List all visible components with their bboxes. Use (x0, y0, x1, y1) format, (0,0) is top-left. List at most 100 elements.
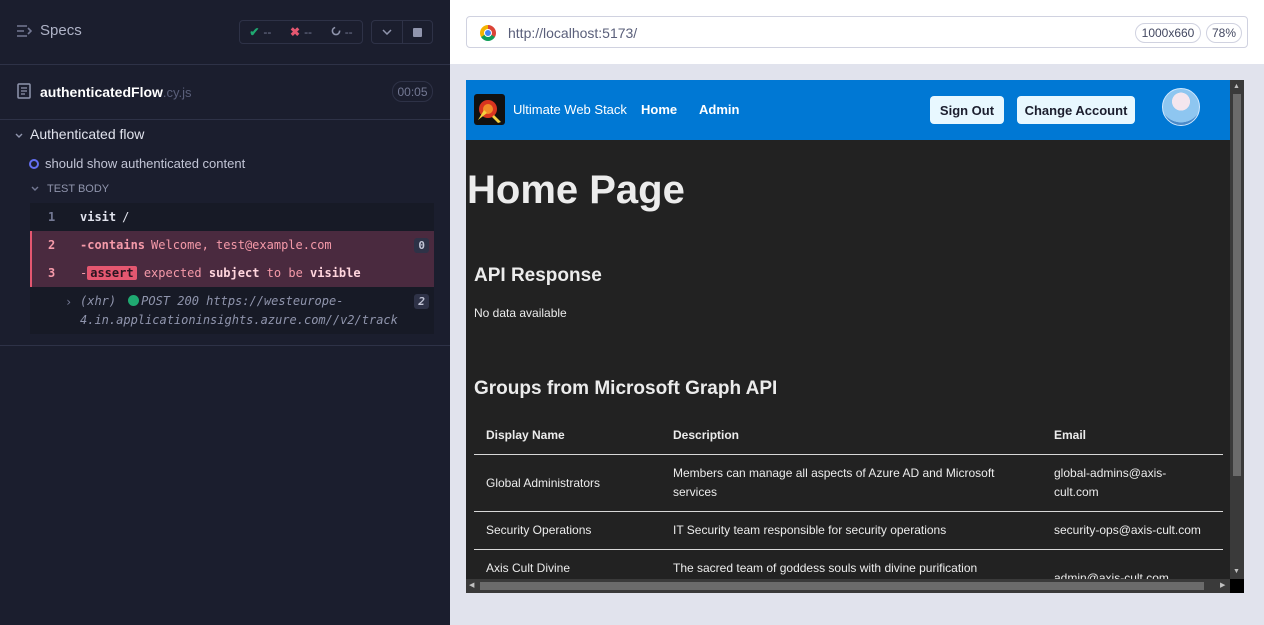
chevron-right-icon: › (65, 295, 73, 309)
x-icon: ✖ (290, 25, 301, 39)
table-cell: IT Security team responsible for securit… (673, 523, 947, 537)
test-body-toggle[interactable]: TEST BODY (31, 183, 109, 195)
groups-table: Display Name Description Email Global Ad… (474, 413, 1223, 590)
command-message: / (122, 210, 130, 224)
chevron-down-icon (31, 183, 39, 195)
command-number: 2 (48, 238, 56, 252)
element-count-badge: 0 (414, 238, 429, 253)
test-body-label: TEST BODY (47, 183, 110, 195)
column-header: Display Name (486, 428, 565, 442)
running-icon (29, 158, 39, 169)
app-navbar: Ultimate Web Stack Home Admin Sign Out C… (466, 80, 1230, 140)
table-cell: global-admins@axis-cult.com (1054, 466, 1167, 499)
table-cell: Global Administrators (486, 476, 601, 490)
command-name: -contains (80, 238, 146, 252)
app-logo-icon[interactable] (474, 94, 505, 125)
nav-home[interactable]: Home (641, 102, 677, 117)
table-cell: Axis Cult Divine (486, 561, 571, 575)
xhr-url-line2: 4.in.applicationinsights.azure.com//v2/t… (80, 313, 398, 327)
command-number: 1 (48, 210, 56, 224)
specs-button[interactable]: Specs (16, 22, 82, 39)
divider (0, 345, 450, 346)
table-cell: Members can manage all aspects of Azure … (673, 466, 995, 499)
table-cell: security-ops@axis-cult.com (1054, 523, 1201, 537)
scrollbar-corner (1230, 579, 1244, 593)
xhr-command-row[interactable]: › (xhr) POST 200 https://westeurope- 4.in… (30, 287, 434, 334)
url-text[interactable]: http://localhost:5173/ (508, 25, 637, 41)
cypress-reporter: Specs ✔ -- ✖ -- -- authenticatedFlow.cy.js… (0, 0, 450, 625)
command-message: Welcome, test@example.com (151, 238, 332, 252)
assert-text: visible (310, 266, 361, 280)
groups-heading: Groups from Microsoft Graph API (474, 378, 778, 399)
vertical-scrollbar[interactable]: ▲ ▼ (1230, 80, 1244, 579)
pending-icon (331, 25, 341, 39)
spec-filename: authenticatedFlow.cy.js (40, 84, 192, 100)
scroll-right-icon[interactable]: ▶ (1220, 581, 1225, 589)
spec-name-text: authenticatedFlow (40, 84, 163, 100)
passed-stat: ✔ -- (249, 25, 271, 39)
command-row-failed[interactable]: 2 -contains Welcome, test@example.com 0 (30, 231, 434, 259)
test-title-text: should show authenticated content (45, 156, 246, 171)
command-row[interactable]: 1 visit / (30, 203, 434, 231)
scrollbar-thumb[interactable] (1233, 94, 1241, 476)
table-row: Security Operations IT Security team res… (474, 512, 1223, 550)
change-account-button[interactable]: Change Account (1017, 96, 1135, 124)
suite-title-text: Authenticated flow (30, 126, 145, 142)
table-cell: Security Operations (486, 523, 592, 537)
assert-tag: assert (87, 266, 137, 280)
specs-list-icon (16, 24, 32, 38)
command-name: visit (80, 210, 117, 224)
failed-stat: ✖ -- (290, 25, 312, 39)
command-row-failed[interactable]: 3 - assert expected subject to be visible (30, 259, 434, 287)
api-response-heading: API Response (474, 265, 602, 286)
pending-count: -- (344, 25, 353, 39)
reporter-header: Specs ✔ -- ✖ -- -- (0, 0, 450, 65)
pending-stat: -- (331, 25, 353, 39)
scrollbar-thumb[interactable] (480, 582, 1204, 590)
column-header: Email (1054, 428, 1087, 442)
stop-icon (412, 27, 422, 37)
test-stats: ✔ -- ✖ -- -- (239, 20, 363, 44)
table-cell: The sacred team of goddess souls with di… (673, 561, 978, 575)
column-header: Description (673, 428, 740, 442)
app-under-test: Ultimate Web Stack Home Admin Sign Out C… (466, 80, 1244, 593)
stop-button[interactable] (403, 21, 433, 43)
assert-text: subject (208, 266, 260, 280)
spec-duration: 00:05 (392, 81, 433, 102)
table-header-row: Display Name Description Email (474, 413, 1223, 455)
document-icon (17, 83, 31, 104)
scroll-up-icon[interactable]: ▲ (1233, 83, 1240, 90)
command-number: 3 (48, 266, 56, 280)
nav-admin[interactable]: Admin (699, 102, 739, 117)
assert-text: expected (143, 266, 202, 280)
scroll-left-icon[interactable]: ◀ (469, 581, 474, 589)
api-response-text: No data available (474, 306, 567, 320)
failed-count: -- (304, 25, 313, 39)
specs-label: Specs (40, 22, 82, 39)
brand-name[interactable]: Ultimate Web Stack (513, 102, 627, 117)
request-count-badge: 2 (414, 294, 429, 309)
spec-ext-text: .cy.js (162, 85, 192, 100)
scroll-down-icon[interactable]: ▼ (1233, 568, 1240, 575)
assert-text: to be (266, 266, 303, 280)
sign-out-button[interactable]: Sign Out (930, 96, 1004, 124)
passed-count: -- (263, 25, 272, 39)
page-title: Home Page (467, 168, 685, 212)
status-dot-icon (128, 295, 140, 306)
viewport-scale[interactable]: 78% (1206, 23, 1242, 43)
viewport-size[interactable]: 1000x660 (1135, 23, 1201, 43)
chevron-down-icon[interactable] (372, 21, 403, 43)
xhr-url-line1: POST 200 https://westeurope- (141, 294, 344, 308)
chrome-icon (480, 25, 496, 41)
xhr-label: (xhr) (80, 294, 117, 308)
check-icon: ✔ (249, 25, 260, 39)
suite-title[interactable]: Authenticated flow (15, 126, 144, 142)
run-controls (371, 20, 433, 44)
user-avatar[interactable] (1162, 88, 1200, 126)
test-title[interactable]: should show authenticated content (29, 156, 245, 171)
command-log: 1 visit / 2 -contains Welcome, test@exampl… (30, 203, 434, 334)
url-bar[interactable]: http://localhost:5173/ 1000x660 78% (466, 16, 1248, 48)
chevron-down-icon (15, 126, 23, 142)
table-row: Global Administrators Members can manage… (474, 455, 1223, 512)
horizontal-scrollbar[interactable]: ◀ ▶ (466, 579, 1230, 593)
